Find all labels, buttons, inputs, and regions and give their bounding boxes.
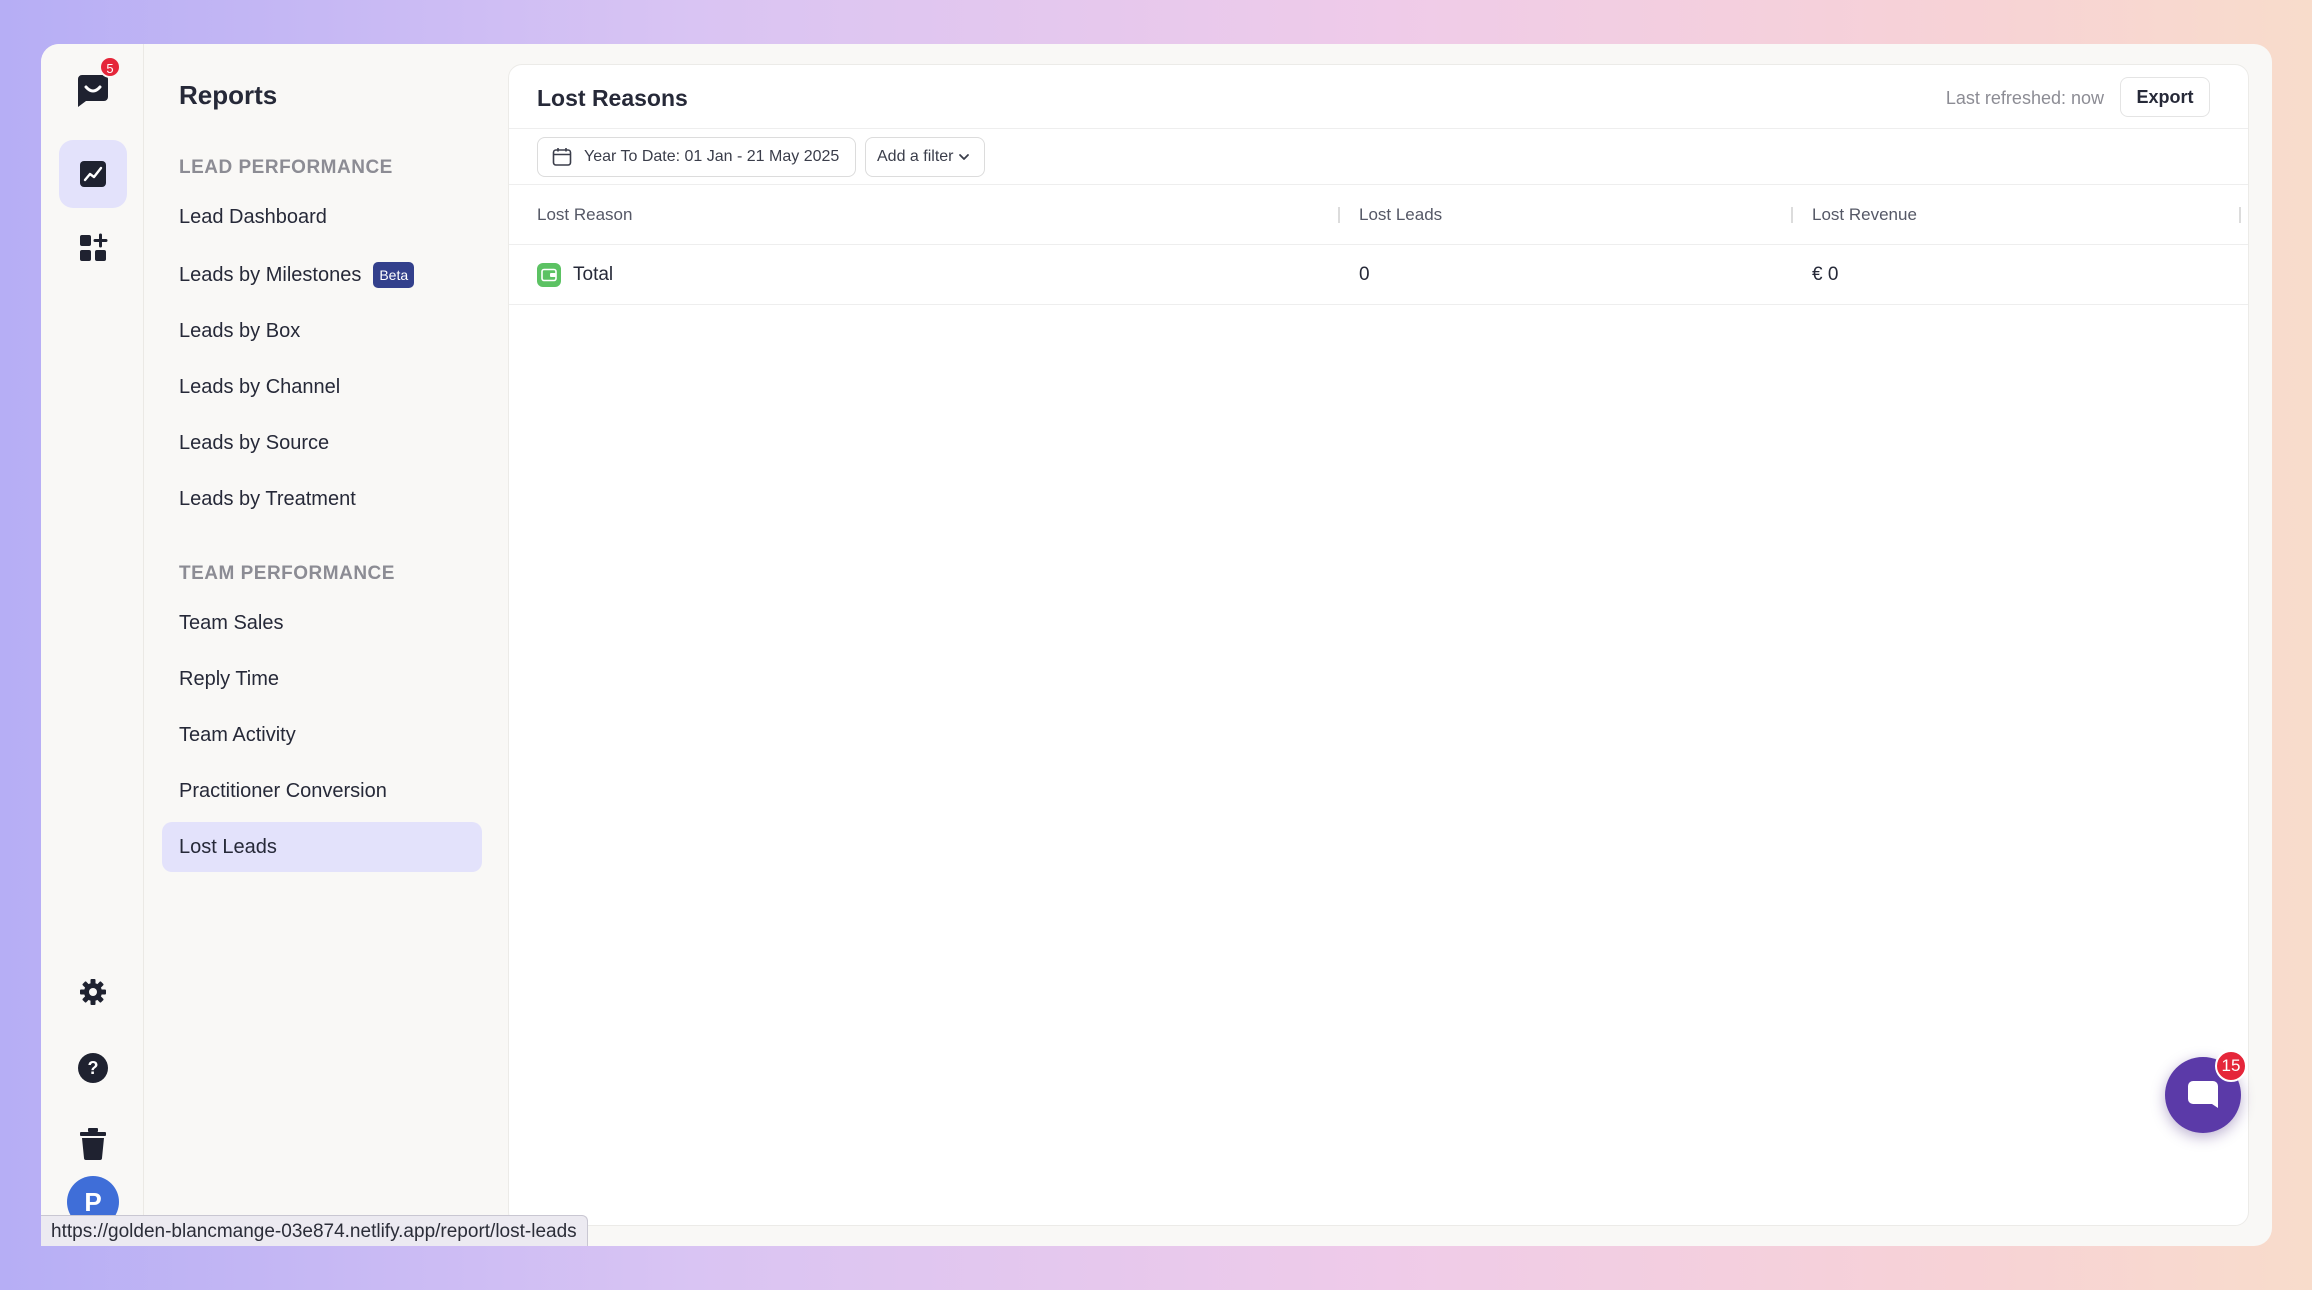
sidebar-item-team-activity[interactable]: Team Activity	[162, 710, 482, 760]
sidebar-item-label: Leads by Milestones	[179, 263, 362, 286]
notification-badge: 5	[99, 56, 121, 78]
report-panel: Lost Reasons Last refreshed: now Export …	[508, 64, 2249, 1226]
reports-sidebar: Reports LEAD PERFORMANCE Lead Dashboard …	[145, 44, 508, 1246]
column-resize-handle[interactable]	[1791, 207, 1793, 223]
lost-revenue-cell: € 0	[1812, 264, 1839, 285]
wallet-icon	[537, 263, 561, 287]
table-row: Total 0 € 0	[509, 245, 2248, 305]
page-title: Lost Reasons	[537, 85, 688, 111]
column-header-lost-leads[interactable]: Lost Leads	[1359, 205, 1442, 225]
sidebar-item-label: Team Sales	[179, 611, 284, 634]
column-resize-handle[interactable]	[2239, 207, 2241, 223]
trash-icon	[80, 1128, 106, 1160]
sidebar-item-leads-by-milestones[interactable]: Leads by Milestones Beta	[162, 250, 482, 300]
sidebar-item-lead-dashboard[interactable]: Lead Dashboard	[162, 192, 482, 242]
add-filter-button[interactable]: Add a filter	[865, 137, 985, 177]
filter-bar: Year To Date: 01 Jan - 21 May 2025 Add a…	[509, 129, 2248, 185]
chevron-down-icon	[959, 154, 970, 160]
sidebar-item-label: Lost Leads	[179, 835, 277, 858]
sidebar-item-team-sales[interactable]: Team Sales	[162, 598, 482, 648]
chat-bubble-icon	[2188, 1081, 2218, 1108]
export-button[interactable]: Export	[2120, 77, 2210, 117]
reports-nav-button[interactable]	[59, 140, 127, 208]
chat-unread-badge: 15	[2215, 1050, 2247, 1082]
sidebar-item-label: Reply Time	[179, 667, 280, 690]
sidebar-item-label: Leads by Channel	[179, 375, 341, 398]
table-header: Lost Reason Lost Leads Lost Revenue	[509, 185, 2248, 245]
add-filter-label: Add a filter	[877, 148, 954, 165]
sidebar-item-leads-by-treatment[interactable]: Leads by Treatment	[162, 474, 482, 524]
status-bar-url: https://golden-blancmange-03e874.netlify…	[41, 1215, 588, 1246]
settings-button[interactable]	[59, 958, 127, 1026]
add-widget-nav-button[interactable]	[59, 214, 127, 282]
sidebar-item-label: Team Activity	[179, 723, 296, 746]
sidebar-item-label: Leads by Treatment	[179, 487, 356, 510]
column-header-lost-revenue[interactable]: Lost Revenue	[1812, 205, 1917, 225]
sidebar-item-leads-by-channel[interactable]: Leads by Channel	[162, 362, 482, 412]
chart-icon	[80, 161, 106, 187]
beta-badge: Beta	[373, 262, 415, 288]
lost-reason-cell: Total	[573, 264, 614, 285]
column-resize-handle[interactable]	[1338, 207, 1340, 223]
section-title-lead-performance: LEAD PERFORMANCE	[179, 157, 393, 178]
gear-icon	[80, 979, 106, 1005]
help-button[interactable]: ?	[59, 1034, 127, 1102]
help-icon: ?	[78, 1053, 108, 1083]
sidebar-item-lost-leads[interactable]: Lost Leads	[162, 822, 482, 872]
grid-plus-icon	[80, 233, 108, 261]
calendar-icon	[552, 148, 572, 166]
sidebar-item-label: Practitioner Conversion	[179, 779, 387, 802]
svg-text:?: ?	[88, 1058, 99, 1078]
panel-header: Lost Reasons Last refreshed: now Export	[509, 65, 2248, 129]
lost-leads-cell: 0	[1359, 264, 1370, 285]
sidebar-item-practitioner-conversion[interactable]: Practitioner Conversion	[162, 766, 482, 816]
sidebar-item-label: Lead Dashboard	[179, 205, 327, 228]
date-range-filter[interactable]: Year To Date: 01 Jan - 21 May 2025	[537, 137, 856, 177]
sidebar-title: Reports	[179, 80, 278, 110]
app-logo-button[interactable]: 5	[59, 54, 127, 122]
trash-button[interactable]	[59, 1110, 127, 1178]
app-window: 5 ? P Reports LEAD PERFORMANCE Lead Dash…	[41, 44, 2272, 1246]
icon-rail: 5 ? P	[41, 44, 144, 1246]
date-range-label: Year To Date: 01 Jan - 21 May 2025	[584, 148, 840, 165]
sidebar-item-label: Leads by Box	[179, 319, 301, 342]
column-header-lost-reason[interactable]: Lost Reason	[537, 205, 632, 225]
section-title-team-performance: TEAM PERFORMANCE	[179, 563, 395, 584]
sidebar-item-reply-time[interactable]: Reply Time	[162, 654, 482, 704]
sidebar-item-leads-by-box[interactable]: Leads by Box	[162, 306, 482, 356]
sidebar-item-leads-by-source[interactable]: Leads by Source	[162, 418, 482, 468]
sidebar-item-label: Leads by Source	[179, 431, 330, 454]
last-refreshed-text: Last refreshed: now	[1945, 88, 2104, 108]
